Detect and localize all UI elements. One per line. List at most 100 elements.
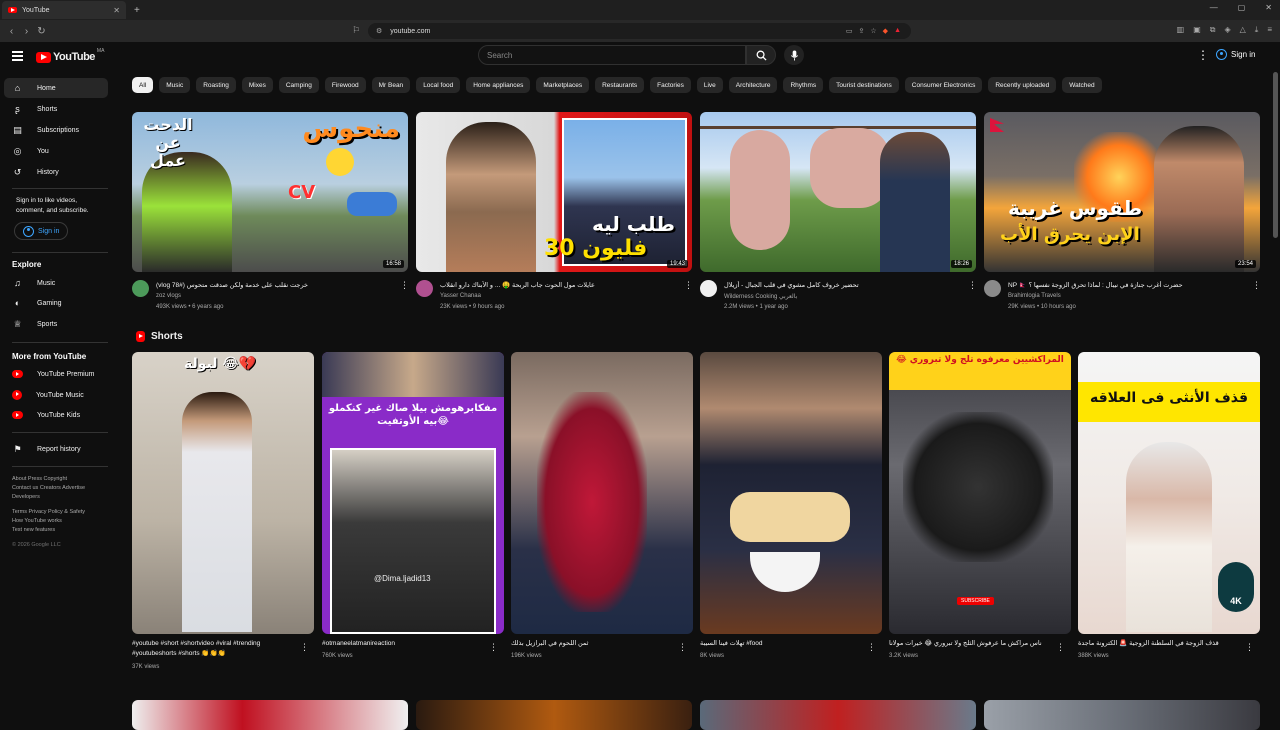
chip[interactable]: Local food	[416, 77, 461, 93]
back-icon[interactable]: ‹	[4, 26, 19, 37]
chip[interactable]: Factories	[650, 77, 691, 93]
close-window-icon[interactable]: ✕	[1265, 3, 1272, 12]
sidebar-item-you[interactable]: ◎ You	[4, 141, 108, 161]
chip-all[interactable]: All	[132, 77, 154, 93]
maximize-icon[interactable]: ▢	[1238, 3, 1246, 12]
chip[interactable]: Marketplaces	[536, 77, 590, 93]
short-thumbnail[interactable]: مفكابرهومش بيلا صاك غير كنكملو بيه الأوت…	[322, 352, 504, 634]
minimize-icon[interactable]: —	[1210, 3, 1218, 12]
video-thumbnail[interactable]	[416, 700, 692, 730]
video-thumbnail[interactable]	[984, 700, 1260, 730]
chip[interactable]: Live	[696, 77, 723, 93]
sidebar-item-home[interactable]: ⌂ Home	[4, 78, 108, 98]
sidebar-signin-button[interactable]: Sign in	[14, 222, 69, 240]
search-input[interactable]: Search	[478, 45, 746, 65]
page-scrollbar[interactable]	[1273, 72, 1278, 238]
sidebar-item-history[interactable]: ↺ History	[4, 162, 108, 182]
short-thumbnail[interactable]: قذف الأنثى فى العلاقه 4K	[1078, 352, 1260, 634]
channel-avatar[interactable]	[984, 280, 1001, 297]
footer-line[interactable]: Contact us Creators Advertise	[12, 484, 112, 493]
chip[interactable]: Consumer Electronics	[904, 77, 983, 93]
channel-avatar[interactable]	[416, 280, 433, 297]
settings-menu-icon[interactable]: ⋮	[1197, 48, 1209, 62]
share-icon[interactable]: ⇪	[859, 27, 865, 35]
channel-avatar[interactable]	[132, 280, 149, 297]
address-bar[interactable]: ⚙ youtube.com ▭ ⇪ ☆ ◆ ▲	[368, 23, 911, 39]
sidebar-item-youtube-kids[interactable]: YouTube Kids	[4, 405, 108, 425]
wallet-icon[interactable]: ▣	[1193, 25, 1201, 35]
guide-menu-icon[interactable]	[12, 51, 23, 61]
video-title[interactable]: تحضير خروف كامل مشوي في قلب الجبال - أزي…	[724, 281, 964, 289]
short-title[interactable]: تهلات فينا السيبة #food	[700, 639, 870, 649]
short-menu-icon[interactable]: ⋮	[678, 642, 687, 653]
close-tab-icon[interactable]: ✕	[113, 6, 120, 15]
rewards-icon[interactable]: △	[1240, 25, 1246, 35]
bookmark-icon[interactable]: ⚐	[352, 25, 360, 36]
short-title[interactable]: ناس مراكش ما عرفوش الثلج ولا تبروري 😂 خي…	[889, 639, 1059, 649]
shield-extension-icon[interactable]: ◆	[883, 27, 888, 35]
channel-avatar[interactable]	[700, 280, 717, 297]
signin-button[interactable]: Sign in	[1216, 49, 1255, 60]
chip[interactable]: Music	[159, 77, 191, 93]
extensions-icon[interactable]: ⧉	[1210, 25, 1216, 35]
short-menu-icon[interactable]: ⋮	[1245, 642, 1254, 653]
channel-name[interactable]: Brahimlogia Travels	[1008, 293, 1061, 299]
short-menu-icon[interactable]: ⋮	[1056, 642, 1065, 653]
chip[interactable]: Restaurants	[595, 77, 645, 93]
video-menu-icon[interactable]: ⋮	[968, 280, 977, 291]
video-title[interactable]: (vlog 78#) خرجت نقلب على خدمة ولكن صدقت …	[156, 281, 396, 289]
chip[interactable]: Mr Bean	[371, 77, 411, 93]
video-thumbnail[interactable]: 18:26	[700, 112, 976, 272]
video-thumbnail[interactable]: طلب ليه 30 فليون 19:43	[416, 112, 692, 272]
new-tab-icon[interactable]: +	[134, 5, 140, 16]
chip[interactable]: Rhythms	[783, 77, 824, 93]
short-title[interactable]: قذف الزوجة في السلطنة الزوجية 🚨 الكترونة…	[1078, 639, 1248, 649]
short-title[interactable]: #otmaneelatmanireaction	[322, 639, 492, 649]
sidebar-item-youtube-music[interactable]: YouTube Music	[4, 385, 108, 405]
short-thumbnail[interactable]: المراكشيين معرفوه تلج ولا تبروري 😂 الله …	[889, 352, 1071, 634]
sidebar-item-youtube-premium[interactable]: YouTube Premium	[4, 364, 108, 384]
menu-icon[interactable]: ≡	[1267, 25, 1272, 35]
short-menu-icon[interactable]: ⋮	[300, 642, 309, 653]
footer-line[interactable]: About Press Copyright	[12, 475, 112, 484]
sidebar-item-report-history[interactable]: ⚑ Report history	[4, 439, 108, 459]
download-icon[interactable]: ⤓	[1255, 25, 1259, 35]
chip[interactable]: Home appliances	[466, 77, 531, 93]
short-thumbnail[interactable]	[511, 352, 693, 634]
channel-name[interactable]: Yasser Chanaa	[440, 293, 481, 299]
site-info-icon[interactable]: ⚙	[376, 27, 382, 35]
short-menu-icon[interactable]: ⋮	[489, 642, 498, 653]
video-title[interactable]: عايلات مول الحوت جاب الربحة 🤑 ... و الأب…	[440, 281, 680, 289]
sidebar-item-music[interactable]: ♫ Music	[4, 273, 108, 293]
footer-line[interactable]: Terms Privacy Policy & Safety	[12, 508, 112, 517]
chip[interactable]: Roasting	[196, 77, 236, 93]
vpn-icon[interactable]: ◈	[1224, 25, 1230, 35]
sidebar-item-gaming[interactable]: ◐ Gaming	[4, 293, 108, 313]
triangle-extension-icon[interactable]: ▲	[894, 27, 901, 35]
chip[interactable]: Recently uploaded	[988, 77, 1057, 93]
video-thumbnail[interactable]	[132, 700, 408, 730]
chip[interactable]: Mixes	[241, 77, 273, 93]
chip[interactable]: Architecture	[728, 77, 778, 93]
favorite-icon[interactable]: ☆	[870, 27, 876, 35]
channel-name[interactable]: Wilderness Cooking بالعربي	[724, 293, 797, 300]
chip[interactable]: Firewood	[324, 77, 366, 93]
footer-line[interactable]: Developers	[12, 493, 112, 502]
search-button[interactable]	[746, 45, 776, 65]
footer-line[interactable]: Test new features	[12, 526, 112, 535]
video-thumbnail[interactable]	[700, 700, 976, 730]
chip[interactable]: Camping	[278, 77, 319, 93]
video-menu-icon[interactable]: ⋮	[684, 280, 693, 291]
video-thumbnail[interactable]: طقوس غريبة الإبن يحرق الأب 23:54	[984, 112, 1260, 272]
channel-name[interactable]: zoz vlogs	[156, 293, 181, 299]
video-thumbnail[interactable]: منحوس الدحت عن عمل CV 16:58	[132, 112, 408, 272]
voice-search-button[interactable]	[784, 45, 804, 65]
sidebar-item-shorts[interactable]: ʂ Shorts	[4, 99, 108, 119]
short-menu-icon[interactable]: ⋮	[867, 642, 876, 653]
footer-line[interactable]: How YouTube works	[12, 517, 112, 526]
chip[interactable]: Watched	[1062, 77, 1102, 93]
video-title[interactable]: NP 🇳🇵 حضرت أغرب جنازة في نيبال : لماذا ت…	[1008, 281, 1248, 289]
sidebar-item-subscriptions[interactable]: ▤ Subscriptions	[4, 120, 108, 140]
short-thumbnail[interactable]: لبولة 😂💔	[132, 352, 314, 634]
reload-icon[interactable]: ↻	[34, 26, 49, 37]
